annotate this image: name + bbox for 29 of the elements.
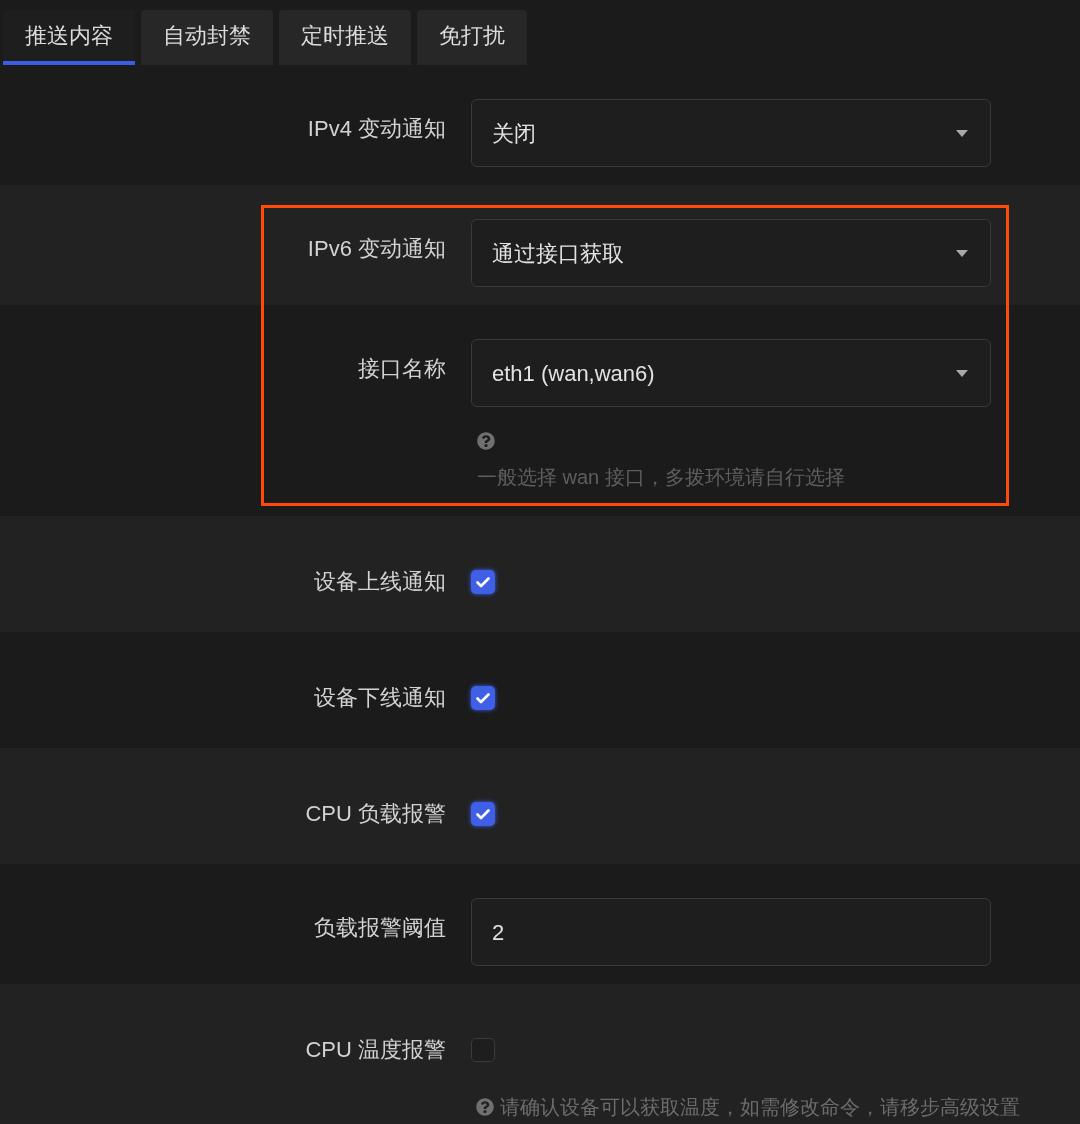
help-icon	[477, 432, 495, 450]
tab[interactable]: 自动封禁	[141, 10, 273, 65]
field-label: 接口名称	[358, 355, 446, 383]
caret-icon	[956, 129, 968, 137]
tab[interactable]: 定时推送	[279, 10, 411, 65]
caret-icon	[956, 369, 968, 377]
field-label: 负载报警阈值	[314, 914, 446, 942]
field-label: IPv6 变动通知	[307, 235, 446, 263]
field-label: CPU 温度报警	[305, 1036, 446, 1064]
dropdown-select[interactable]: 通过接口获取	[471, 219, 991, 287]
dropdown-select[interactable]: eth1 (wan,wan6)	[471, 339, 991, 407]
help-icon	[476, 1098, 494, 1116]
field-label: 设备下线通知	[314, 684, 446, 712]
help-text: 请确认设备可以获取温度，如需修改命令，请移步高级设置	[500, 1095, 1020, 1120]
field-label: CPU 负载报警	[305, 800, 446, 828]
checkbox[interactable]	[471, 686, 495, 710]
checkbox[interactable]	[471, 570, 495, 594]
checkbox[interactable]	[471, 1038, 495, 1062]
help-text: 一般选择 wan 接口，多拨环境请自行选择	[477, 465, 845, 490]
caret-icon	[956, 249, 968, 257]
check-icon	[476, 576, 490, 588]
field-label: 设备上线通知	[314, 568, 446, 596]
field-label: IPv4 变动通知	[307, 115, 446, 143]
check-icon	[476, 808, 490, 820]
dropdown-select[interactable]: 关闭	[471, 99, 991, 167]
tab[interactable]: 免打扰	[417, 10, 527, 65]
checkbox[interactable]	[471, 802, 495, 826]
number-input[interactable]: 2	[471, 898, 991, 966]
check-icon	[476, 692, 490, 704]
